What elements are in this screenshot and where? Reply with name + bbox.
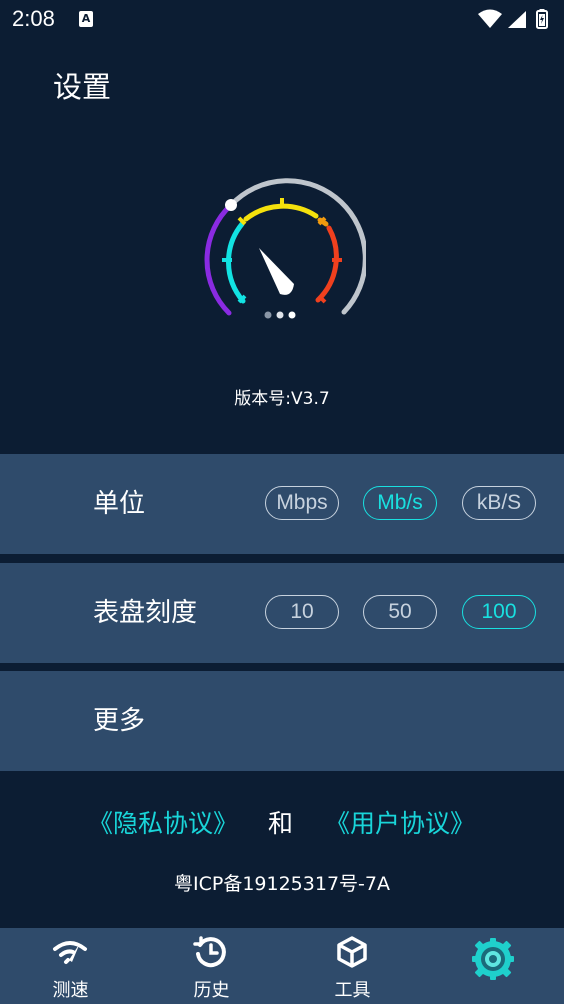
agreement-links: 《隐私协议》 和 《用户协议》: [0, 804, 564, 840]
more-label: 更多: [93, 706, 146, 736]
nav-label-history: 历史: [193, 980, 230, 1001]
dial-scale-option-50[interactable]: 50: [363, 595, 437, 629]
tools-box-icon: [337, 936, 367, 968]
icp-record: 粤ICP备19125317号-7A: [174, 873, 390, 895]
user-agreement-link[interactable]: 《用户协议》: [325, 804, 475, 840]
unit-setting-row: 单位 Mbps Mb/s kB/S: [0, 454, 564, 554]
dial-scale-setting-row: 表盘刻度 10 50 100: [0, 563, 564, 663]
unit-option-kb-s[interactable]: kB/S: [462, 486, 536, 520]
nav-item-speed-test[interactable]: 测速: [0, 928, 141, 1004]
version-label: 版本号:V3.7: [234, 389, 330, 409]
nav-item-tools[interactable]: 工具: [282, 928, 423, 1004]
settings-gear-icon: [472, 938, 514, 980]
nav-item-settings[interactable]: [423, 928, 564, 1004]
dial-scale-label: 表盘刻度: [93, 598, 198, 628]
unit-option-mb-s[interactable]: Mb/s: [363, 486, 437, 520]
privacy-agreement-link[interactable]: 《隐私协议》: [88, 804, 238, 840]
page-title: 设置: [53, 70, 112, 104]
status-bar: 2:08 A: [0, 0, 564, 38]
notification-a-icon: A: [79, 11, 93, 27]
history-icon: [193, 936, 226, 968]
bottom-nav: 测速 历史 工具: [0, 928, 564, 1004]
speedometer-gauge-icon: [204, 178, 366, 319]
status-time: 2:08: [12, 6, 55, 31]
nav-label-speed-test: 测速: [52, 980, 89, 1001]
and-text: 和: [268, 809, 294, 838]
more-row[interactable]: 更多: [0, 671, 564, 771]
signal-icon: [508, 11, 526, 28]
nav-label-tools: 工具: [334, 980, 371, 1001]
speed-test-icon: [53, 941, 87, 964]
dial-scale-option-10[interactable]: 10: [265, 595, 339, 629]
dial-scale-option-100[interactable]: 100: [462, 595, 536, 629]
status-icons: [476, 8, 554, 30]
unit-option-mbps[interactable]: Mbps: [265, 486, 339, 520]
nav-item-history[interactable]: 历史: [141, 928, 282, 1004]
unit-label: 单位: [93, 489, 146, 519]
wifi-icon: [478, 9, 502, 28]
battery-icon: [536, 9, 548, 29]
